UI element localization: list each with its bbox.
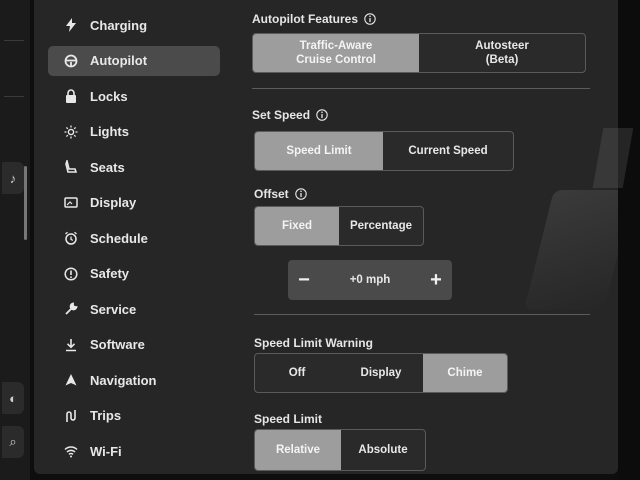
option-fixed[interactable]: Fixed xyxy=(255,207,339,245)
lock-icon xyxy=(62,87,80,105)
sidebar-item-software[interactable]: Software xyxy=(48,330,228,360)
sidebar-item-safety[interactable]: Safety xyxy=(48,259,228,289)
navigation-arrow-icon xyxy=(62,371,80,389)
sidebar-item-label: Charging xyxy=(90,17,148,33)
sidebar-item-label: Display xyxy=(90,195,137,210)
speed-limit-title: Speed Limit xyxy=(254,412,323,426)
sidebar-item-navigation[interactable]: Navigation xyxy=(48,365,228,395)
sidebar-item-label: Lights xyxy=(90,124,129,139)
set-speed-title: Set Speed xyxy=(252,108,328,122)
media-icon[interactable]: ◐ xyxy=(2,382,24,414)
trips-icon xyxy=(62,407,80,425)
offset-title: Offset xyxy=(254,187,307,201)
edge-line xyxy=(4,96,24,97)
sidebar-item-label: Schedule xyxy=(90,230,148,246)
option-percentage[interactable]: Percentage xyxy=(339,207,423,245)
wrench-icon xyxy=(62,300,80,318)
autopilot-features-selector: Traffic-Aware Cruise Control Autosteer (… xyxy=(252,33,586,73)
option-off[interactable]: Off xyxy=(255,354,339,392)
scrollbar[interactable] xyxy=(24,166,27,240)
display-icon xyxy=(62,194,80,212)
info-icon[interactable] xyxy=(364,13,376,25)
search-icon[interactable]: ⌕ xyxy=(2,426,24,458)
sidebar-item-label: Software xyxy=(90,337,145,352)
option-current-speed[interactable]: Current Speed xyxy=(383,132,513,170)
sidebar-item-charging[interactable]: Charging xyxy=(48,10,228,40)
seat-icon xyxy=(62,158,80,176)
alert-circle-icon xyxy=(62,265,80,283)
settings-screen: Charging Autopilot Locks Lights Seats Di… xyxy=(34,0,618,474)
sidebar-item-label: Autopilot xyxy=(90,53,148,68)
sidebar-item-label: Seats xyxy=(90,159,125,175)
sidebar-item-trips[interactable]: Trips xyxy=(48,401,228,431)
sidebar-item-lights[interactable]: Lights xyxy=(48,117,228,147)
screen-glare xyxy=(524,190,618,310)
offset-stepper: − +0 mph + xyxy=(288,260,452,300)
option-relative[interactable]: Relative xyxy=(255,430,341,470)
sidebar-item-label: Service xyxy=(90,301,137,317)
speed-limit-warning-title: Speed Limit Warning xyxy=(254,336,373,350)
section-divider xyxy=(254,314,590,315)
option-autosteer[interactable]: Autosteer (Beta) xyxy=(419,34,585,72)
sidebar-item-locks[interactable]: Locks xyxy=(48,81,228,111)
decrease-button[interactable]: − xyxy=(288,269,320,292)
set-speed-selector: Speed Limit Current Speed xyxy=(254,131,514,171)
offset-selector: Fixed Percentage xyxy=(254,206,424,246)
right-screen-edge xyxy=(618,0,640,480)
music-icon[interactable]: ♪ xyxy=(2,162,24,194)
sidebar-item-display[interactable]: Display xyxy=(48,188,228,218)
offset-value: +0 mph xyxy=(349,274,391,286)
speed-limit-warning-selector: Off Display Chime xyxy=(254,353,508,393)
edge-line xyxy=(4,40,24,41)
sidebar-item-wifi[interactable]: Wi-Fi xyxy=(48,436,228,466)
sidebar-item-label: Navigation xyxy=(90,372,157,388)
sidebar-item-schedule[interactable]: Schedule xyxy=(48,223,228,253)
wifi-icon xyxy=(62,442,80,460)
section-divider xyxy=(252,88,590,89)
sidebar-item-seats[interactable]: Seats xyxy=(48,152,228,182)
sidebar-item-autopilot[interactable]: Autopilot xyxy=(48,45,220,76)
option-chime[interactable]: Chime xyxy=(423,354,507,392)
sidebar-item-label: Locks xyxy=(90,88,128,104)
sun-icon xyxy=(62,123,80,141)
settings-sidebar: Charging Autopilot Locks Lights Seats Di… xyxy=(48,10,228,472)
speed-limit-selector: Relative Absolute xyxy=(254,429,426,471)
steering-wheel-icon xyxy=(62,52,80,70)
sidebar-item-service[interactable]: Service xyxy=(48,294,228,324)
option-absolute[interactable]: Absolute xyxy=(341,430,425,470)
bolt-icon xyxy=(62,16,80,34)
left-screen-edge: ♪ ◐ ⌕ xyxy=(0,0,30,480)
option-speed-limit[interactable]: Speed Limit xyxy=(255,132,383,170)
increase-button[interactable]: + xyxy=(420,269,452,292)
autopilot-features-title: Autopilot Features xyxy=(252,12,376,26)
option-display[interactable]: Display xyxy=(339,354,423,392)
sidebar-item-label: Trips xyxy=(90,408,122,423)
download-icon xyxy=(62,336,80,354)
sidebar-item-label: Safety xyxy=(90,266,130,281)
info-icon[interactable] xyxy=(294,188,307,200)
info-icon[interactable] xyxy=(316,109,328,121)
option-traffic-aware-cruise-control[interactable]: Traffic-Aware Cruise Control xyxy=(253,34,419,72)
alarm-clock-icon xyxy=(62,229,80,247)
sidebar-item-label: Wi-Fi xyxy=(90,443,122,459)
